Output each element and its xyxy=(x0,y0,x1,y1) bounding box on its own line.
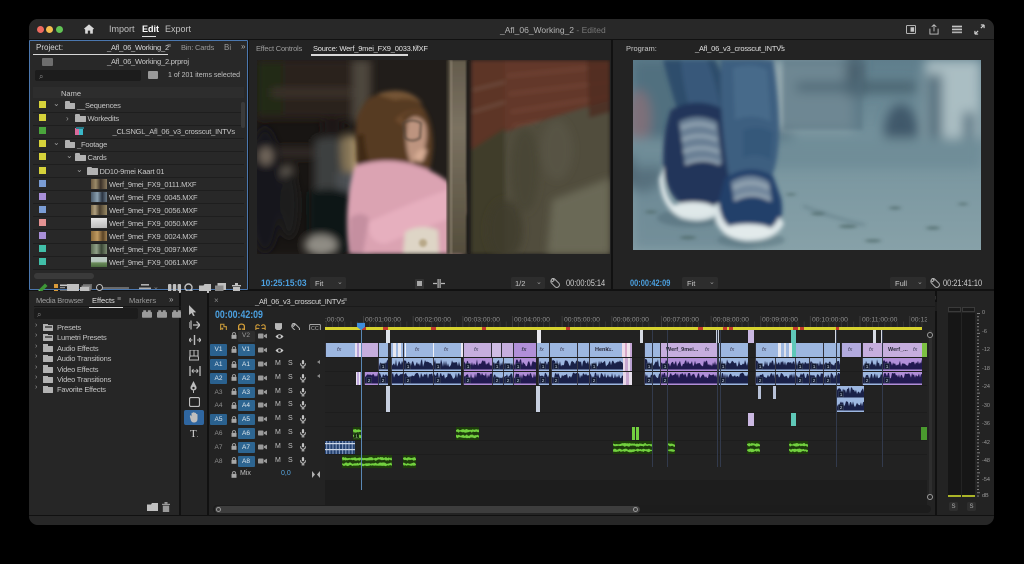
svg-text:2: 2 xyxy=(886,378,889,384)
svg-text:1: 1 xyxy=(722,364,725,370)
svg-text:2: 2 xyxy=(759,378,762,384)
svg-text:00:09:00:00: 00:09:00:00 xyxy=(762,317,798,324)
svg-text:2: 2 xyxy=(407,378,410,384)
svg-text:00:10:00:00: 00:10:00:00 xyxy=(812,317,848,324)
svg-text:1: 1 xyxy=(467,364,470,370)
svg-text:2: 2 xyxy=(368,378,371,384)
svg-text:1: 1 xyxy=(759,364,762,370)
svg-text:1: 1 xyxy=(407,364,410,370)
svg-text:2: 2 xyxy=(799,378,802,384)
svg-text:00:01:00:00: 00:01:00:00 xyxy=(365,317,401,324)
svg-text:2: 2 xyxy=(722,378,725,384)
svg-text:00:04:00:00: 00:04:00:00 xyxy=(514,317,550,324)
svg-text:1: 1 xyxy=(799,364,802,370)
svg-text:2: 2 xyxy=(555,378,558,384)
svg-text:2: 2 xyxy=(648,378,651,384)
svg-text:2: 2 xyxy=(827,378,830,384)
svg-text:2: 2 xyxy=(542,378,545,384)
svg-text:00:03:00:00: 00:03:00:00 xyxy=(464,317,500,324)
svg-text:1: 1 xyxy=(648,364,651,370)
svg-text:2: 2 xyxy=(437,378,440,384)
svg-text:1: 1 xyxy=(355,434,358,440)
svg-text:2: 2 xyxy=(593,378,596,384)
svg-text:00:08:00:00: 00:08:00:00 xyxy=(713,317,749,324)
svg-text:1: 1 xyxy=(517,364,520,370)
svg-text:1: 1 xyxy=(496,364,499,370)
svg-text:1: 1 xyxy=(827,364,830,370)
svg-text:1: 1 xyxy=(542,364,545,370)
svg-text:00:05:00:00: 00:05:00:00 xyxy=(564,317,600,324)
svg-text:1: 1 xyxy=(866,364,869,370)
svg-text:00:02:00:00: 00:02:00:00 xyxy=(415,317,451,324)
svg-text:1: 1 xyxy=(437,364,440,370)
svg-text:2: 2 xyxy=(813,378,816,384)
svg-text:00:06:00:00: 00:06:00:00 xyxy=(613,317,649,324)
svg-text:2: 2 xyxy=(840,405,843,411)
svg-text:1: 1 xyxy=(840,392,843,398)
svg-text:2: 2 xyxy=(517,378,520,384)
svg-text:2: 2 xyxy=(866,378,869,384)
svg-text:1: 1 xyxy=(886,364,889,370)
svg-text:1: 1 xyxy=(813,364,816,370)
svg-text:1: 1 xyxy=(555,364,558,370)
svg-text:2: 2 xyxy=(381,378,384,384)
svg-text:00:07:00:00: 00:07:00:00 xyxy=(663,317,699,324)
svg-text:00:11:00:00: 00:11:00:00 xyxy=(862,317,898,324)
svg-text:2: 2 xyxy=(496,378,499,384)
svg-text:00:12:00:00: 00:12:00:00 xyxy=(911,317,927,324)
svg-text::00:00: :00:00 xyxy=(325,317,344,324)
svg-text:2: 2 xyxy=(467,378,470,384)
svg-text:2: 2 xyxy=(507,378,510,384)
svg-text:1: 1 xyxy=(381,364,384,370)
svg-text:1: 1 xyxy=(507,364,510,370)
svg-text:1: 1 xyxy=(593,364,596,370)
